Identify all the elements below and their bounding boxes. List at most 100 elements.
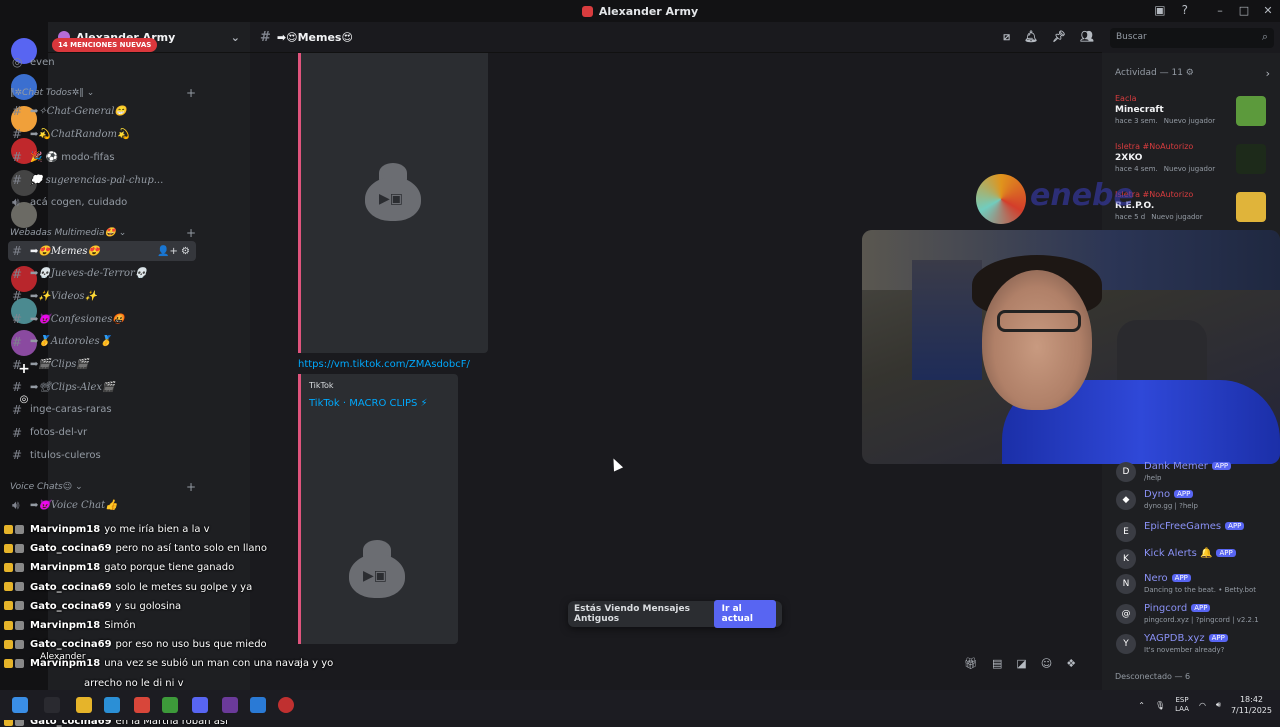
member-app-item[interactable]: K Kick Alerts 🔔 APP [1116,547,1276,575]
app-name: Kick Alerts 🔔 APP [1144,548,1236,559]
mic-icon[interactable]: 🎙︎ [1155,701,1165,710]
add-channel-icon[interactable]: + [186,86,196,100]
vscode-icon[interactable] [250,697,266,713]
gift-icon[interactable]: 🎁︎ [964,657,978,670]
discord-red-icon [581,5,593,17]
member-app-item[interactable]: Y YAGPDB.xyz APP It's november already? [1116,632,1276,660]
add-channel-icon[interactable]: + [186,226,196,240]
app-taskbar-icon[interactable] [222,697,238,713]
channel-item[interactable]: # ➡✨Videos✨ [8,286,196,306]
chevron-right-icon[interactable]: › [1266,67,1270,80]
chat-header: # ➡😍Memes😍 ⧄ 🔔︎ 📌︎ 👥︎ [250,22,1102,53]
bell-icon[interactable]: 🔔︎ [1024,30,1038,44]
chat-badge-icon [15,658,24,668]
chevron-up-icon[interactable]: ⌃ [1138,701,1145,710]
app-avatar-icon: E [1116,522,1136,542]
channel-item[interactable]: # ➡🥇Autoroles🥇 [8,332,196,352]
mentions-pill[interactable]: 14 MENCIONES NUEVAS [52,38,158,52]
chevron-down-icon: ⌄ [118,228,127,238]
chat-message: arrecho no le di ni v [84,677,184,689]
channel-item[interactable]: 🔊︎ acá cogen, cuidado [8,192,196,212]
windows-start-icon[interactable] [12,697,28,713]
clock[interactable]: 18:42 7/11/2025 [1231,694,1272,716]
chat-message: gato porque tiene ganado [104,562,235,574]
speaker-icon[interactable]: 🔊︎ [1216,700,1221,710]
channel-item[interactable]: # ➡✧Chat-General😁 [8,101,196,121]
channel-item[interactable]: # fotos-del-vr [8,423,196,443]
category-header[interactable]: Webadas Multimedia🤩 ⌄ + [10,226,196,240]
category-header[interactable]: Voice Chats😉 ⌄ + [10,480,196,494]
app-avatar-icon: @ [1116,604,1136,624]
category-header[interactable]: ‖✲Chat Todos✲‖ ⌄ + [10,86,196,100]
window-controls: – □ ✕ [1208,0,1280,22]
chat-badge-icon [4,658,13,668]
channel-item[interactable]: # ➡💫ChatRandom💫 [8,124,196,144]
chat-message: yo me iría bien a la v [104,524,210,535]
embed-title[interactable]: TikTok · MACRO CLIPS ⚡ [309,398,428,409]
language-indicator[interactable]: ESP LAA [1175,696,1189,714]
search-taskbar-icon[interactable] [44,697,60,713]
channel-item[interactable]: # titulos-culeros [8,445,196,465]
members-icon[interactable]: 👥︎ [1080,30,1094,44]
minimize-icon[interactable]: – [1208,0,1232,22]
pin-icon[interactable]: 📌︎ [1052,30,1066,44]
sticker-icon[interactable]: ◪ [1016,657,1026,670]
inbox-icon[interactable]: ▣ [1154,3,1165,17]
member-app-item[interactable]: @ Pingcord APP pingcord.xyz | ?pingcord | v… [1116,602,1276,630]
stream-chat-line: Gato_cocina69 solo le metes su golpe y ya [4,582,252,593]
hash-icon: # [12,173,23,187]
help-icon[interactable]: ? [1182,3,1188,17]
emoji-icon[interactable]: ☺ [1041,657,1052,670]
app-status: /help [1144,474,1162,482]
channel-item[interactable]: 🔊︎ ➡😈Voice Chat👍 [8,495,196,515]
maximize-icon[interactable]: □ [1232,0,1256,22]
activity-header: Actividad — 11 ⚙ [1115,68,1194,78]
member-app-item[interactable]: D Dank Memer APP/help [1116,460,1276,488]
app-name: Pingcord APP [1144,603,1211,614]
message-link[interactable]: https://vm.tiktok.com/ZMAsdobcF/ [298,359,470,370]
channel-settings-icon[interactable]: 👤+ ⚙ [157,246,190,257]
channel-item[interactable]: # ➡📽Clips-Alex🎬 [8,377,196,397]
app-status: Dancing to the beat. • Betty.bot [1144,586,1257,594]
jump-to-present-button[interactable]: Ir al actual [713,600,776,628]
channel-item-active[interactable]: # ➡😍Memes😍 👤+ ⚙ [8,241,196,261]
threads-icon[interactable]: ⧄ [1003,30,1010,44]
channel-item[interactable]: # ➡😈Confesiones🤬 [8,309,196,329]
folder-icon[interactable] [76,697,92,713]
member-app-item[interactable]: ◆ Dyno APP dyno.gg | ?help [1116,488,1276,516]
video-placeholder-icon: ▶▣ [361,163,425,223]
channel-item[interactable]: # inge-caras-raras [8,400,196,420]
channel-item[interactable]: # ➡🎬Clips🎬 [8,355,196,375]
app-name-text: Dank Memer [1144,461,1208,472]
channel-name: 💭 sugerencias-pal-chup... [30,174,164,186]
browser-icon[interactable] [104,697,120,713]
discord-taskbar-icon[interactable] [192,697,208,713]
activity-tag: Nuevo jugador [1151,213,1203,221]
member-app-item[interactable]: N Nero APP Dancing to the beat. • Betty.bot [1116,572,1276,600]
add-channel-icon[interactable]: + [186,480,196,494]
app-status: It's november already? [1144,646,1225,654]
chat-message: y su golosina [115,600,182,612]
video-embed-1[interactable]: ▶▣ [298,53,488,353]
chat-message: una vez se subió un man con una navaja y… [104,658,334,670]
activity-time: hace 3 sem. [1115,117,1158,125]
hash-icon: # [12,104,23,118]
window-titlebar: Alexander Army [0,0,1280,22]
obs-icon[interactable] [278,697,294,713]
system-tray: ⌃ 🎙︎ ESP LAA ◠ 🔊︎ 18:42 7/11/2025 [1138,694,1272,716]
gif-icon[interactable]: ▤ [992,657,1002,670]
member-app-item[interactable]: E EpicFreeGames APP [1116,520,1276,548]
channel-item[interactable]: ◎ even [8,52,196,72]
minecraft-icon[interactable] [162,697,178,713]
wifi-icon[interactable]: ◠ [1199,701,1206,710]
video-placeholder-icon[interactable]: ▶▣ [345,540,409,600]
app-avatar-icon: K [1116,549,1136,569]
stream-chat-line: Marvinpm18 Simón [4,620,136,631]
chrome-icon[interactable] [134,697,150,713]
channel-item[interactable]: # 💭 sugerencias-pal-chup... [8,170,196,190]
channel-item[interactable]: # ➡💀Jueves-de-Terror💀 [8,264,196,284]
channel-item[interactable]: # 🎉 ⚽ modo-fifas [8,147,196,167]
close-icon[interactable]: ✕ [1256,0,1280,22]
apps-icon[interactable]: ❖ [1066,657,1076,670]
search-input[interactable]: Buscar ⌕ [1110,28,1274,48]
